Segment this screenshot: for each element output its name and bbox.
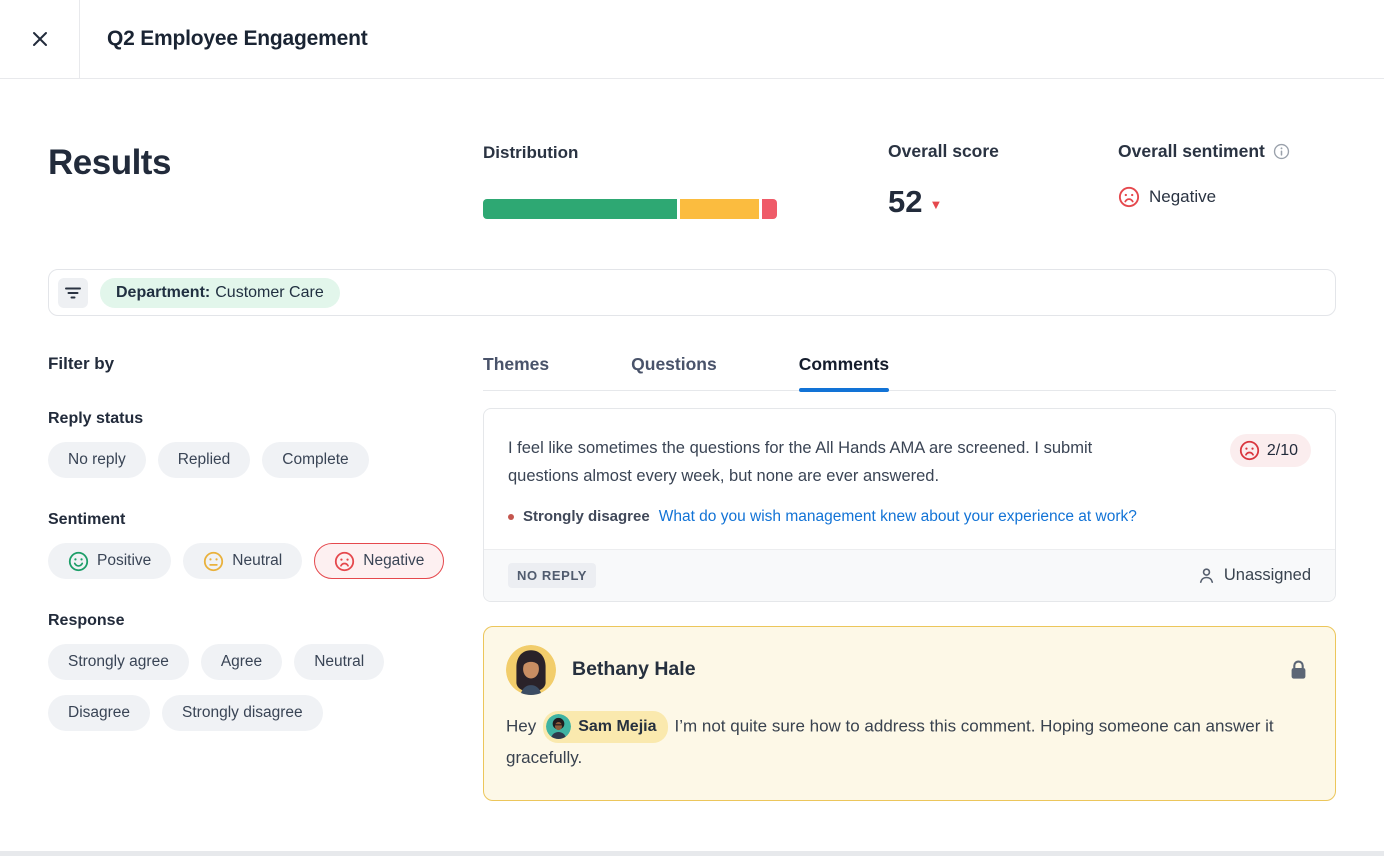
distribution-label: Distribution xyxy=(483,143,777,163)
overall-sentiment-label: Overall sentiment xyxy=(1118,141,1265,162)
filter-pill-complete[interactable]: Complete xyxy=(262,442,368,478)
overall-sentiment-value: Negative xyxy=(1149,187,1216,207)
mention-avatar xyxy=(546,714,571,739)
comment-text: I feel like sometimes the questions for … xyxy=(508,434,1143,491)
topbar: Q2 Employee Engagement xyxy=(0,0,1384,79)
reply-message: HeySam MejiaI’m not quite sure how to ad… xyxy=(506,711,1313,774)
filter-chip-value: Customer Care xyxy=(215,284,323,302)
tab-comments[interactable]: Comments xyxy=(799,354,889,390)
response-options: Strongly agree Agree Neutral Disagree St… xyxy=(48,644,418,731)
filter-pill-agree[interactable]: Agree xyxy=(201,644,282,680)
distribution-bar xyxy=(483,199,777,219)
overall-sentiment-block: Overall sentiment Negative xyxy=(1118,141,1290,208)
pill-label: Positive xyxy=(97,552,151,570)
bottom-edge-strip xyxy=(0,851,1384,856)
filter-pill-neutral-sentiment[interactable]: Neutral xyxy=(183,543,302,579)
main-content: Results Distribution Overall score 52 ▼ … xyxy=(0,79,1384,801)
overall-score-label: Overall score xyxy=(888,141,999,162)
comment-score-badge: 2/10 xyxy=(1230,434,1311,467)
response-group-label: Response xyxy=(48,612,483,630)
distribution-segment-neutral xyxy=(680,199,759,219)
filter-pill-no-reply[interactable]: No reply xyxy=(48,442,146,478)
lock-icon xyxy=(1290,660,1313,680)
results-panel: Themes Questions Comments I feel like so… xyxy=(483,354,1336,801)
survey-title: Q2 Employee Engagement xyxy=(107,0,368,78)
comment-footer: NO REPLY Unassigned xyxy=(484,549,1335,601)
negative-face-icon xyxy=(1239,440,1260,461)
negative-face-icon xyxy=(334,551,355,572)
distribution-segment-negative xyxy=(762,199,777,219)
filter-pill-disagree[interactable]: Disagree xyxy=(48,695,150,731)
pill-label: Neutral xyxy=(232,552,282,570)
reply-status-group-label: Reply status xyxy=(48,410,483,428)
comment-response-label: Strongly disagree xyxy=(523,508,650,525)
filter-pill-replied[interactable]: Replied xyxy=(158,442,251,478)
results-summary: Results Distribution Overall score 52 ▼ … xyxy=(48,79,1336,269)
distribution-segment-positive xyxy=(483,199,677,219)
filter-pill-strongly-agree[interactable]: Strongly agree xyxy=(48,644,189,680)
overall-score-block: Overall score 52 ▼ xyxy=(888,141,999,220)
response-bullet-dot xyxy=(508,514,514,520)
mention-name: Sam Mejia xyxy=(578,713,656,741)
person-icon xyxy=(1197,566,1216,585)
close-button[interactable] xyxy=(0,0,80,78)
tab-questions[interactable]: Questions xyxy=(631,354,717,390)
close-icon xyxy=(30,29,50,49)
avatar xyxy=(506,645,556,695)
comment-card: I feel like sometimes the questions for … xyxy=(483,408,1336,602)
question-link[interactable]: What do you wish management knew about y… xyxy=(659,508,1137,526)
neutral-face-icon xyxy=(203,551,224,572)
negative-face-icon xyxy=(1118,186,1140,208)
assignee-label: Unassigned xyxy=(1224,566,1311,585)
mention-chip[interactable]: Sam Mejia xyxy=(543,711,667,743)
filter-chip-label: Department: xyxy=(116,284,210,302)
trend-down-icon: ▼ xyxy=(929,193,942,212)
reply-author-name: Bethany Hale xyxy=(572,658,696,681)
filters-title: Filter by xyxy=(48,354,483,374)
results-tabs: Themes Questions Comments xyxy=(483,354,1336,391)
filter-pill-neutral-response[interactable]: Neutral xyxy=(294,644,384,680)
reply-status-options: No reply Replied Complete xyxy=(48,442,483,478)
distribution-block: Distribution xyxy=(483,143,777,219)
status-badge: NO REPLY xyxy=(508,563,596,588)
info-icon[interactable] xyxy=(1273,143,1290,160)
pill-label: Negative xyxy=(363,552,424,570)
overall-score-value: 52 xyxy=(888,184,922,220)
filter-bar[interactable]: Department: Customer Care xyxy=(48,269,1336,316)
sentiment-group-label: Sentiment xyxy=(48,511,483,529)
page-title: Results xyxy=(48,143,171,183)
reply-message-prefix: Hey xyxy=(506,716,536,735)
positive-face-icon xyxy=(68,551,89,572)
filter-icon[interactable] xyxy=(58,278,88,308)
score-badge-value: 2/10 xyxy=(1267,442,1298,460)
reply-card: Bethany Hale HeySam MejiaI’m not quite s… xyxy=(483,626,1336,802)
tab-themes[interactable]: Themes xyxy=(483,354,549,390)
department-filter-chip[interactable]: Department: Customer Care xyxy=(100,278,340,308)
filter-pill-strongly-disagree[interactable]: Strongly disagree xyxy=(162,695,323,731)
filter-pill-positive[interactable]: Positive xyxy=(48,543,171,579)
filters-sidebar: Filter by Reply status No reply Replied … xyxy=(48,354,483,801)
assignee-control[interactable]: Unassigned xyxy=(1197,566,1311,585)
sentiment-options: Positive Neutral Negative xyxy=(48,543,483,579)
filter-pill-negative[interactable]: Negative xyxy=(314,543,444,579)
